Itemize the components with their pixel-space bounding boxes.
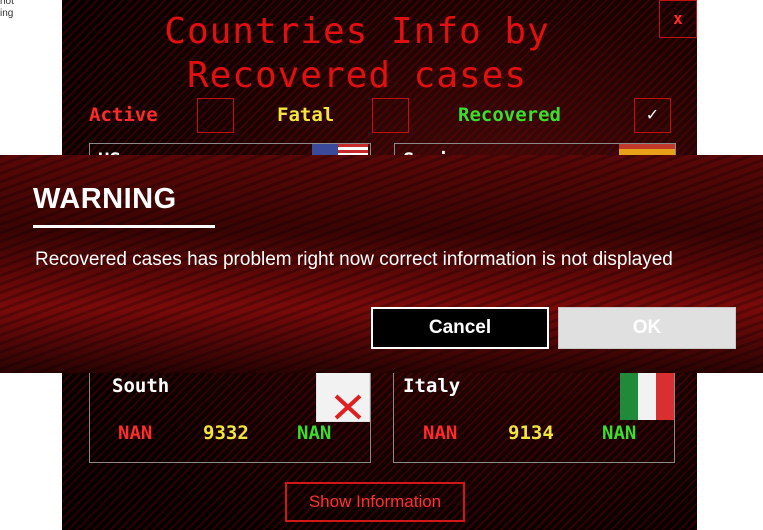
dialog-title-underline [33, 225, 215, 228]
app-title-line2: Recovered cases [186, 55, 528, 96]
fatal-filter-label: Fatal [277, 104, 335, 126]
app-title-line1: Countries Info by [164, 11, 550, 52]
fatal-value: 9134 [508, 422, 554, 444]
fatal-value: 9332 [203, 422, 249, 444]
recovered-checkbox[interactable]: ✓ [634, 98, 671, 133]
italy-flag-icon [620, 372, 674, 420]
background-text-line: ing [0, 8, 14, 19]
background-window-text: not ing [0, 0, 58, 20]
active-checkbox[interactable] [197, 98, 234, 133]
ok-button[interactable]: OK [558, 307, 736, 349]
country-card-south[interactable]: South NAN 9332 NAN [89, 360, 371, 463]
dialog-title: WARNING [33, 183, 177, 215]
close-button[interactable]: x [659, 0, 697, 38]
recovered-value: NAN [297, 422, 332, 444]
warning-dialog: WARNING Recovered cases has problem righ… [0, 155, 763, 373]
recovered-filter-label: Recovered [458, 104, 561, 126]
app-title: Countries Info by Recovered cases [62, 10, 652, 98]
recovered-value: NAN [602, 422, 637, 444]
check-icon: ✓ [645, 107, 660, 124]
background-text-line: not [0, 0, 14, 7]
show-information-button[interactable]: Show Information [285, 482, 465, 522]
country-name: South [112, 375, 170, 397]
active-value: NAN [118, 422, 153, 444]
country-card-italy[interactable]: Italy NAN 9134 NAN [393, 360, 675, 463]
active-value: NAN [423, 422, 458, 444]
country-name: Italy [403, 375, 461, 397]
cancel-button[interactable]: Cancel [371, 307, 549, 349]
fatal-checkbox[interactable] [372, 98, 409, 133]
active-filter-label: Active [89, 104, 158, 126]
dialog-message: Recovered cases has problem right now co… [35, 249, 673, 270]
missing-image-icon [316, 372, 370, 422]
